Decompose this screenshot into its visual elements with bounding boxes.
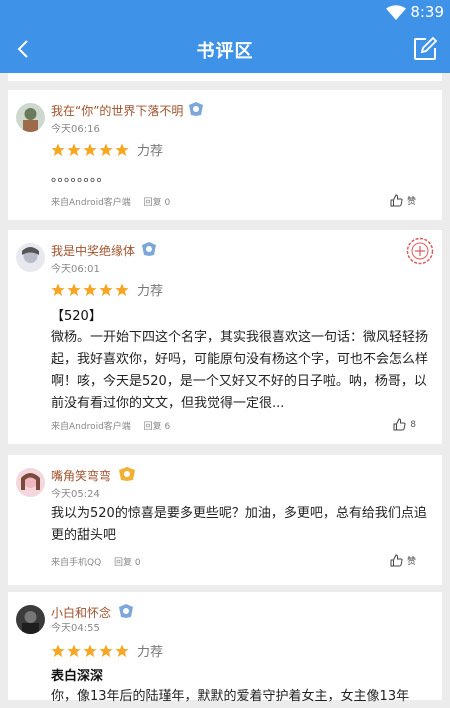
star-icon [115,283,129,296]
avatar[interactable] [16,605,45,634]
username[interactable]: 嘴角笑弯弯 [51,467,111,484]
clock: 8:39 [410,3,444,21]
star-icon [99,283,113,296]
review-title: 表白深深 [51,669,104,684]
review-footer: 来自Android客户端 回复 0 [51,195,180,208]
source-label: 来自手机QQ [51,558,102,568]
wifi-icon [386,5,406,20]
review-text[interactable]: 。。。。。。。。 [51,167,428,189]
level-badge-icon [119,467,135,481]
post-time: 今天04:55 [51,623,100,634]
review-text[interactable]: 你，像13年后的陆瑾年，默默的爱着守护着女主，女主像13年 [51,686,428,708]
star-icon [67,283,81,296]
like-button[interactable]: 赞 [390,554,416,567]
thumbs-up-icon [393,418,406,431]
star-icon [115,143,129,156]
like-count: 赞 [406,197,416,207]
username[interactable]: 我是中奖绝缘体 [51,242,135,259]
star-rating: 力荐 [51,641,163,660]
post-time: 今天06:01 [51,264,100,275]
level-badge-icon [142,242,156,256]
star-icon [83,283,97,296]
list-top-edge [8,73,442,81]
rating-label: 力荐 [137,284,164,299]
review-card[interactable]: 我在“你”的世界下落不明 今天06:16 力荐 。。。。。。。。 来自Andro… [8,90,442,220]
username[interactable]: 我在“你”的世界下落不明 [51,102,183,119]
edit-icon[interactable] [412,36,438,62]
avatar[interactable] [16,243,45,272]
post-time: 今天05:24 [51,489,100,500]
thumbs-up-icon [390,194,403,207]
level-badge-icon [119,604,133,618]
review-text[interactable]: 微杨。一开始下四这个名字，其实我很喜欢这一句话：微风轻轻扬起，我好喜欢你，好吗，… [51,327,428,415]
page-title: 书评区 [196,41,254,62]
reply-button[interactable]: 回复 0 [114,558,141,568]
reply-button[interactable]: 回复 6 [144,422,171,432]
post-time: 今天06:16 [51,124,100,135]
star-icon [67,644,81,657]
like-button[interactable]: 赞 [390,194,416,207]
like-count: 赞 [406,557,416,567]
star-icon [51,143,65,156]
source-label: 来自Android客户端 [51,422,131,432]
star-icon [115,644,129,657]
thumbs-up-icon [390,554,403,567]
status-bar: 8:39 [0,0,450,25]
star-icon [99,644,113,657]
star-icon [51,644,65,657]
review-footer: 来自Android客户端 回复 6 [51,419,180,432]
reply-button[interactable]: 回复 0 [144,198,171,208]
source-label: 来自Android客户端 [51,198,131,208]
recommend-stamp-icon [406,237,434,265]
review-title: 【520】 [51,309,102,324]
star-icon [83,143,97,156]
rating-label: 力荐 [137,144,164,159]
avatar[interactable] [16,468,45,497]
star-rating: 力荐 [51,140,163,159]
star-icon [83,644,97,657]
review-card[interactable]: 我是中奖绝缘体 今天06:01 力荐 【520】 微杨。一开始下四这个名字，其实… [8,230,442,444]
avatar[interactable] [16,103,45,132]
review-card[interactable]: 嘴角笑弯弯 今天05:24 我以为520的惊喜是要多更些呢？加油，多更吧，总有给… [8,455,442,585]
star-icon [99,143,113,156]
level-badge-icon [189,102,203,116]
star-icon [67,143,81,156]
review-card[interactable]: 小白和怀念 今天04:55 力荐 表白深深 你，像13年后的陆瑾年，默默的爱着守… [8,592,442,704]
like-count: 8 [410,419,416,430]
review-footer: 来自手机QQ 回复 0 [51,555,151,568]
star-rating: 力荐 [51,280,163,299]
star-icon [51,283,65,296]
rating-label: 力荐 [137,645,164,660]
like-button[interactable]: 8 [393,418,416,431]
review-text[interactable]: 我以为520的惊喜是要多更些呢？加油，多更吧，总有给我们点追更的甜头吧 [51,503,428,547]
app-bar: 书评区 [0,25,450,73]
